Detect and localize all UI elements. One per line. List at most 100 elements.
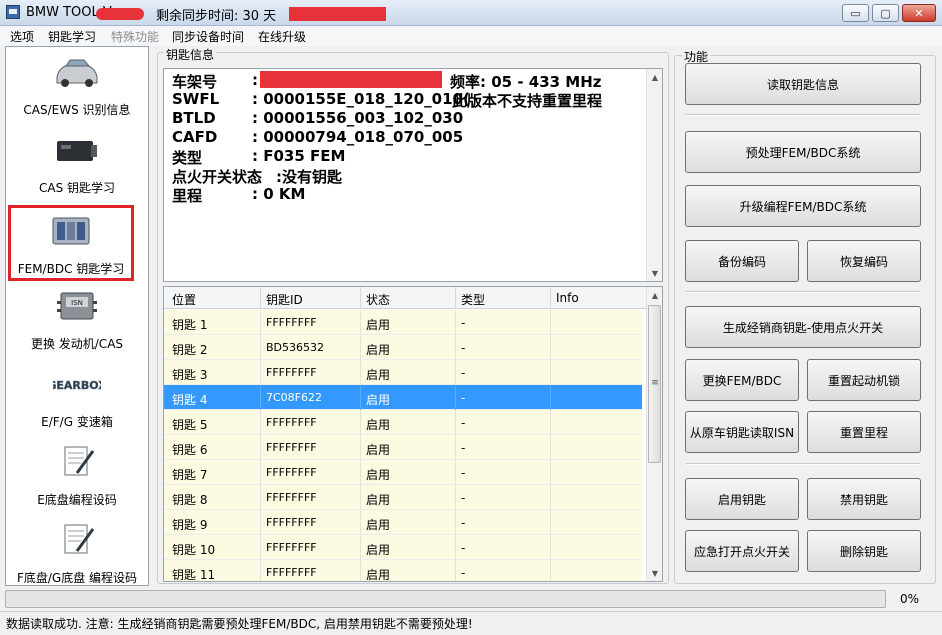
- table-cell-pos: 钥匙 7: [172, 468, 208, 482]
- divider: [686, 291, 920, 293]
- type-value: : F035 FEM: [252, 147, 346, 165]
- table-cell-id: FFFFFFFF: [266, 416, 317, 429]
- scroll-up-arrow-icon[interactable]: ▲: [647, 287, 662, 303]
- table-row[interactable]: 钥匙 7 FFFFFFFF 启用 -: [164, 460, 642, 485]
- divider: [686, 463, 920, 465]
- table-row[interactable]: 钥匙 10 FFFFFFFF 启用 -: [164, 535, 642, 560]
- progress-percent: 0%: [900, 592, 920, 606]
- read-key-info-button[interactable]: 读取钥匙信息: [685, 63, 921, 105]
- table-cell-pos: 钥匙 1: [172, 318, 208, 332]
- table-row[interactable]: 钥匙 4 7C08F622 启用 -: [164, 385, 642, 410]
- backup-coding-button[interactable]: 备份编码: [685, 240, 799, 282]
- delete-key-button[interactable]: 删除钥匙: [807, 530, 921, 572]
- menu-sync-device-time[interactable]: 同步设备时间: [172, 28, 244, 45]
- table-cell-id: FFFFFFFF: [266, 541, 317, 554]
- grip-icon: ≡: [651, 378, 659, 388]
- menu-special-functions[interactable]: 特殊功能: [111, 28, 159, 45]
- maximize-button[interactable]: ▢: [872, 4, 899, 22]
- table-cell-id: FFFFFFFF: [266, 491, 317, 504]
- disable-key-button[interactable]: 禁用钥匙: [807, 478, 921, 520]
- table-cell-status: 启用: [366, 343, 391, 357]
- emergency-ignition-button[interactable]: 应急打开点火开关: [685, 530, 799, 572]
- close-button[interactable]: ✕: [902, 4, 936, 22]
- frequency-text: 频率: 05 - 433 MHz: [450, 73, 602, 91]
- menu-key-learning[interactable]: 钥匙学习: [48, 28, 96, 45]
- table-row[interactable]: 钥匙 2 BD536532 启用 -: [164, 335, 642, 360]
- title-bar: BMW TOOL V 剩余同步时间: 30 天 ▭ ▢ ✕: [0, 0, 942, 26]
- table-row[interactable]: 钥匙 6 FFFFFFFF 启用 -: [164, 435, 642, 460]
- btld-value: : 00001556_003_102_030: [252, 109, 464, 127]
- mileage-label: 里程: [172, 187, 203, 205]
- enable-key-button[interactable]: 启用钥匙: [685, 478, 799, 520]
- sidebar-item-cas-ews-info[interactable]: CAS/EWS 识别信息: [6, 49, 148, 125]
- table-cell-id: 7C08F622: [266, 391, 322, 404]
- menu-options[interactable]: 选项: [10, 28, 34, 45]
- divider: [686, 114, 920, 116]
- column-header-key-id[interactable]: 钥匙ID: [266, 291, 303, 308]
- reset-immobilizer-button[interactable]: 重置起动机锁: [807, 359, 921, 401]
- scroll-down-arrow-icon[interactable]: ▼: [647, 565, 662, 581]
- restore-coding-button[interactable]: 恢复编码: [807, 240, 921, 282]
- scroll-up-arrow-icon[interactable]: ▲: [647, 69, 663, 85]
- table-cell-status: 启用: [366, 493, 391, 507]
- isn-chip-icon: ISN: [57, 292, 97, 320]
- table-cell-type: -: [461, 566, 466, 580]
- table-scrollbar[interactable]: ▲ ≡ ▼: [646, 287, 662, 581]
- preprocess-fem-bdc-button[interactable]: 预处理FEM/BDC系统: [685, 131, 921, 173]
- status-bar: 数据读取成功. 注意: 生成经销商钥匙需要预处理FEM/BDC, 启用禁用钥匙不…: [0, 611, 942, 635]
- column-header-type[interactable]: 类型: [461, 291, 485, 308]
- menu-bar: 选项 钥匙学习 特殊功能 同步设备时间 在线升级: [0, 26, 942, 46]
- car-icon: [56, 59, 98, 87]
- table-cell-type: -: [461, 541, 466, 555]
- table-cell-type: -: [461, 391, 466, 405]
- table-cell-status: 启用: [366, 518, 391, 532]
- progress-bar: [5, 590, 886, 608]
- table-row[interactable]: 钥匙 5 FFFFFFFF 启用 -: [164, 410, 642, 435]
- generate-dealer-key-button[interactable]: 生成经销商钥匙-使用点火开关: [685, 306, 921, 348]
- swfl-label: SWFL: [172, 90, 220, 108]
- table-cell-type: -: [461, 416, 466, 430]
- sidebar-item-label: 更换 发动机/CAS: [30, 337, 124, 351]
- sidebar-item-label: CAS 钥匙学习: [38, 181, 116, 195]
- sidebar-item-label: E/F/G 变速箱: [41, 415, 113, 429]
- minimize-button[interactable]: ▭: [842, 4, 869, 22]
- type-label: 类型: [172, 149, 203, 167]
- scroll-down-arrow-icon[interactable]: ▼: [647, 265, 663, 281]
- sidebar-item-gearbox[interactable]: GEARBOX E/F/G 变速箱: [6, 361, 148, 437]
- sidebar-item-fem-bdc-key-learning[interactable]: FEM/BDC 钥匙学习: [8, 205, 134, 281]
- sidebar-item-label: F底盘/G底盘 编程设码: [16, 571, 138, 585]
- column-header-status[interactable]: 状态: [366, 291, 390, 308]
- redaction-mark: [289, 7, 386, 21]
- table-row[interactable]: 钥匙 8 FFFFFFFF 启用 -: [164, 485, 642, 510]
- mileage-value: : 0 KM: [252, 185, 306, 203]
- table-cell-pos: 钥匙 4: [172, 393, 208, 407]
- table-cell-pos: 钥匙 11: [172, 568, 216, 582]
- menu-online-upgrade[interactable]: 在线升级: [258, 28, 306, 45]
- column-header-position[interactable]: 位置: [172, 291, 196, 308]
- vin-label: 车架号: [172, 73, 218, 91]
- table-cell-id: FFFFFFFF: [266, 316, 317, 329]
- info-scrollbar[interactable]: ▲ ▼: [646, 69, 662, 281]
- sidebar-item-replace-engine-cas[interactable]: ISN 更换 发动机/CAS: [6, 283, 148, 359]
- table-row[interactable]: 钥匙 11 FFFFFFFF 启用 -: [164, 560, 642, 582]
- table-row[interactable]: 钥匙 1 FFFFFFFF 启用 -: [164, 310, 642, 335]
- table-cell-type: -: [461, 366, 466, 380]
- table-cell-pos: 钥匙 10: [172, 543, 216, 557]
- sidebar-item-fg-chassis-coding[interactable]: F底盘/G底盘 编程设码: [6, 517, 148, 593]
- sidebar-item-e-chassis-coding[interactable]: E底盘编程设码: [6, 439, 148, 515]
- sidebar-item-cas-key-learning[interactable]: CAS 钥匙学习: [6, 127, 148, 203]
- table-cell-pos: 钥匙 8: [172, 493, 208, 507]
- column-header-info[interactable]: Info: [556, 291, 579, 305]
- table-header: 位置 钥匙ID 状态 类型 Info: [164, 287, 646, 309]
- ignition-status-label: 点火开关状态: [172, 168, 263, 186]
- table-cell-type: -: [461, 516, 466, 530]
- table-cell-status: 启用: [366, 418, 391, 432]
- table-row[interactable]: 钥匙 9 FFFFFFFF 启用 -: [164, 510, 642, 535]
- table-cell-id: FFFFFFFF: [266, 466, 317, 479]
- upgrade-fem-bdc-button[interactable]: 升级编程FEM/BDC系统: [685, 185, 921, 227]
- read-isn-from-key-button[interactable]: 从原车钥匙读取ISN: [685, 411, 799, 453]
- replace-fem-bdc-button[interactable]: 更换FEM/BDC: [685, 359, 799, 401]
- table-row[interactable]: 钥匙 3 FFFFFFFF 启用 -: [164, 360, 642, 385]
- reset-mileage-button[interactable]: 重置里程: [807, 411, 921, 453]
- ignition-status-value: :没有钥匙: [276, 168, 342, 186]
